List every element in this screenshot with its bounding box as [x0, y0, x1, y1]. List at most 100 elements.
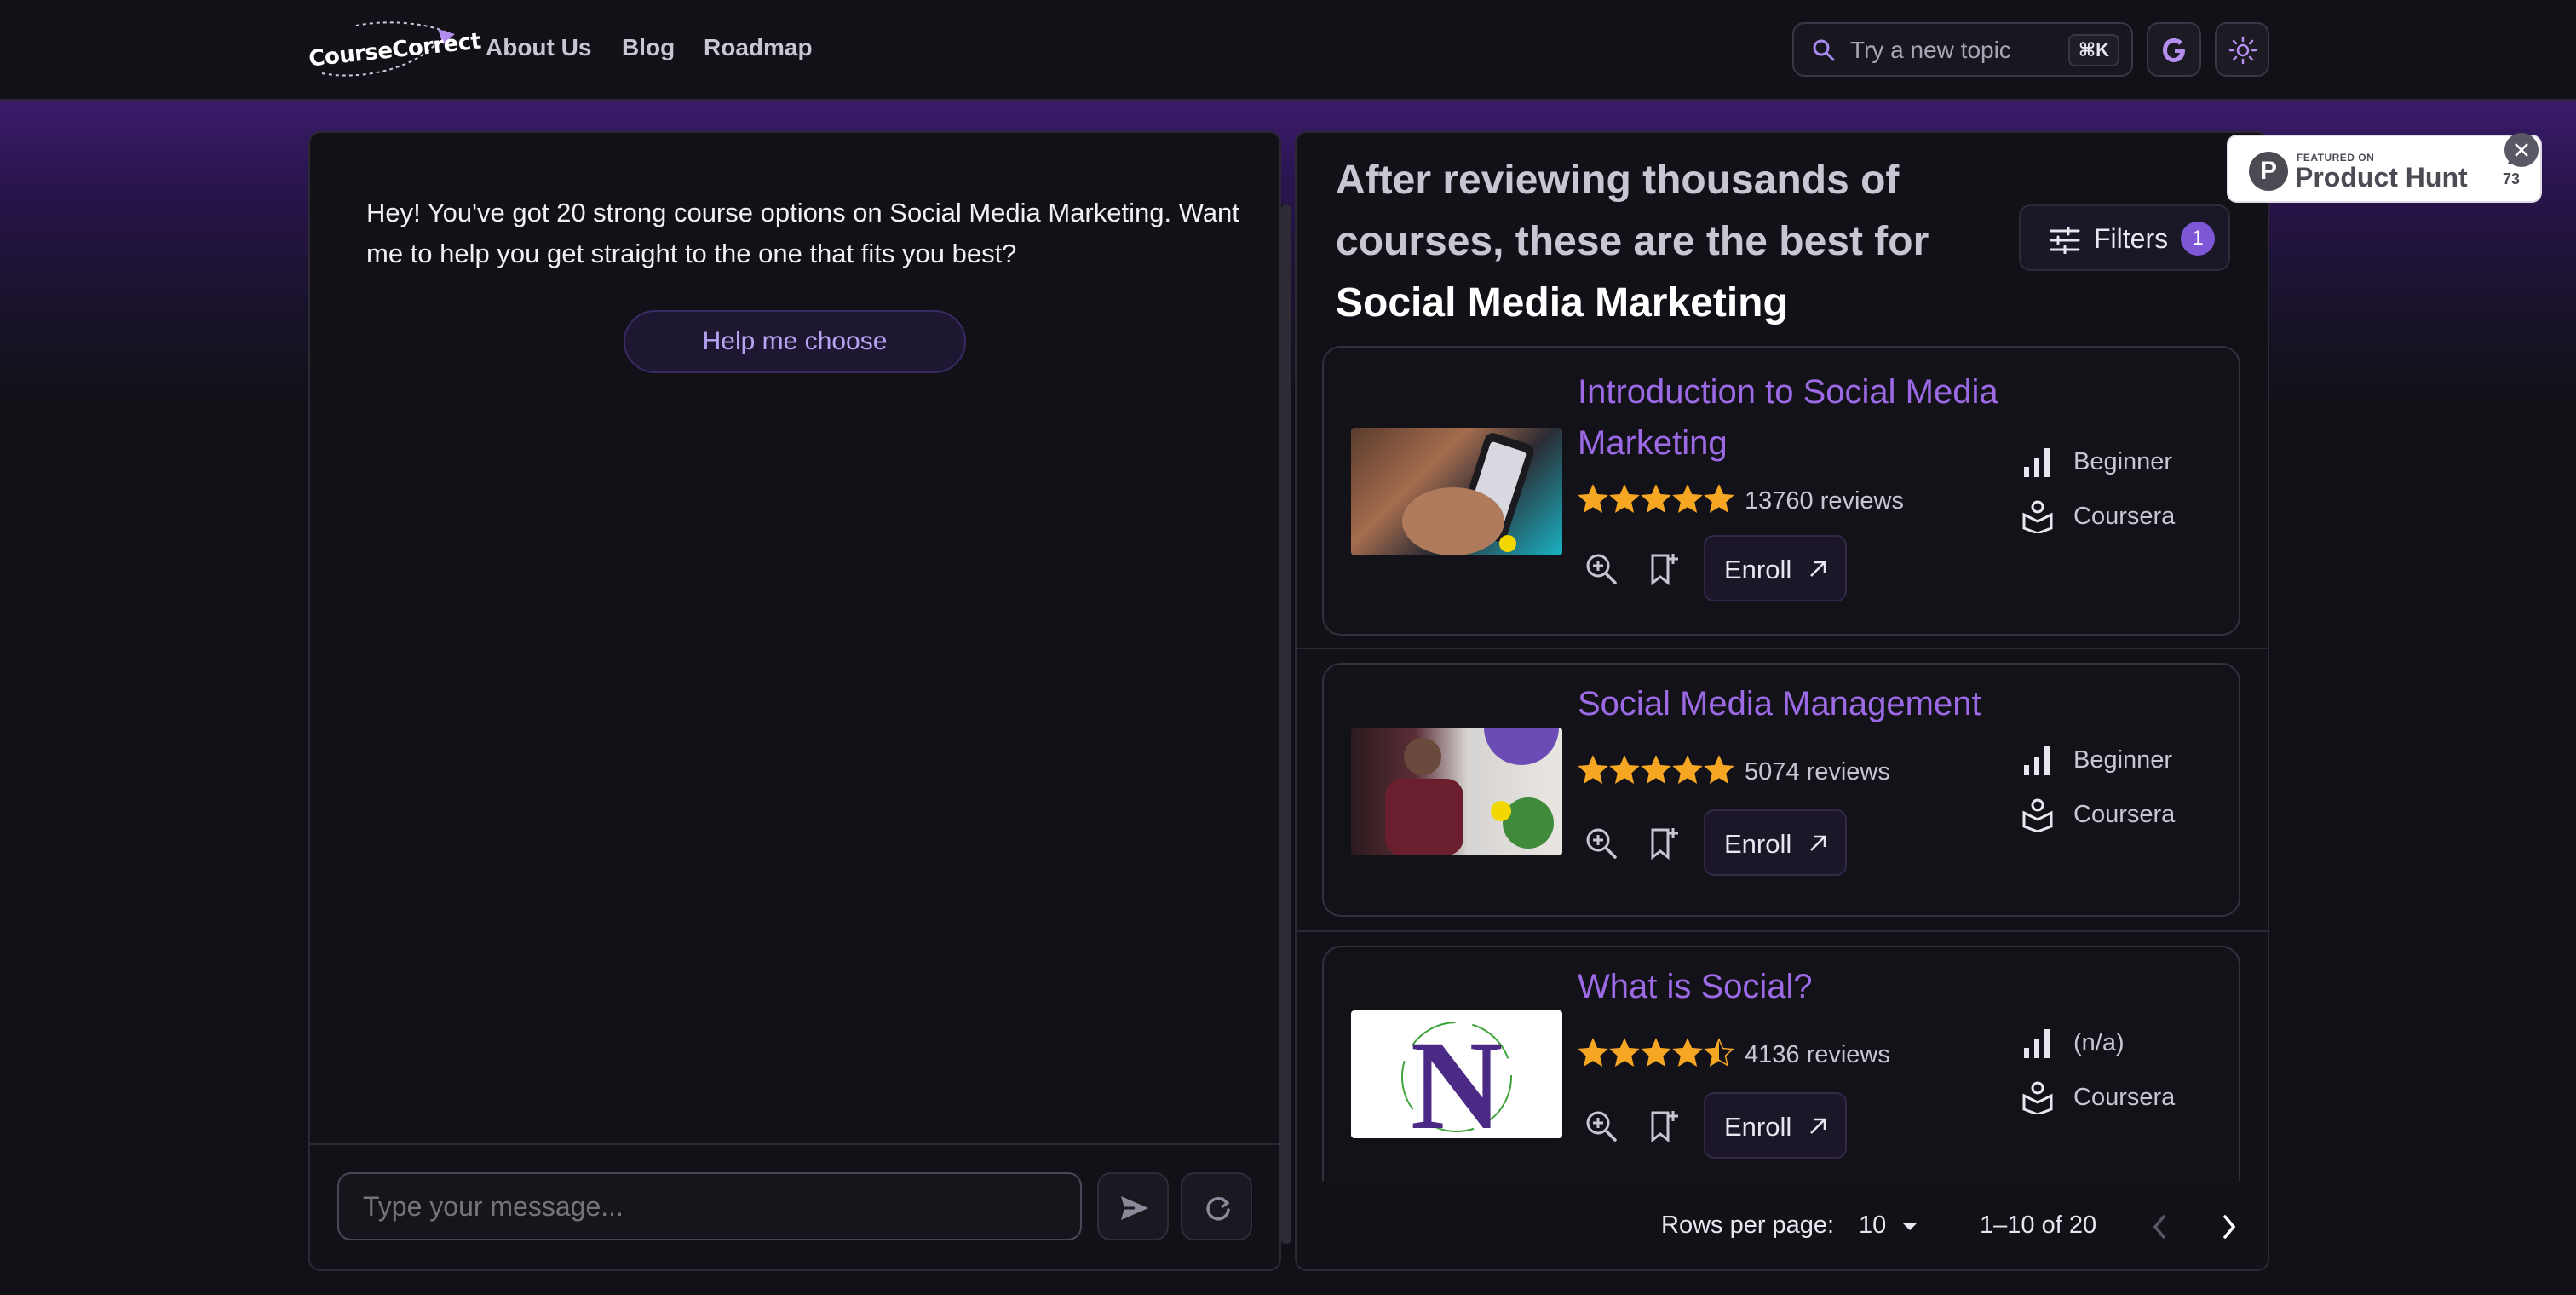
search-placeholder: Try a new topic	[1850, 37, 2011, 63]
nav-roadmap[interactable]: Roadmap	[704, 34, 813, 61]
course-provider: Coursera	[2073, 1084, 2176, 1111]
enroll-label: Enroll	[1724, 555, 1792, 584]
ph-upvote-count: 73	[2503, 170, 2521, 187]
enroll-button[interactable]: Enroll	[1704, 535, 1847, 601]
star-icon	[1609, 1038, 1640, 1067]
product-hunt-logo-icon: P	[2249, 152, 2288, 191]
course-thumbnail: N	[1351, 1010, 1562, 1138]
star-icon	[1609, 484, 1640, 513]
n-logo-image-icon: N	[1401, 1015, 1512, 1138]
google-icon	[2163, 38, 2185, 62]
zoom-in-icon[interactable]	[1583, 550, 1620, 588]
refresh-icon	[1206, 1196, 1230, 1221]
star-icon	[1704, 1038, 1734, 1067]
results-title: After reviewing thousands of courses, th…	[1336, 150, 2034, 334]
bookmark-add-icon[interactable]	[1646, 825, 1683, 862]
nav-blog[interactable]: Blog	[622, 34, 675, 61]
course-provider: Coursera	[2073, 503, 2176, 530]
enroll-label: Enroll	[1724, 1112, 1792, 1142]
chat-input[interactable]	[337, 1172, 1082, 1240]
star-icon	[1641, 755, 1671, 784]
course-provider: Coursera	[2073, 801, 2176, 828]
provider-book-icon	[2022, 500, 2053, 533]
nav-about-us[interactable]: About Us	[486, 34, 591, 61]
rating-stars	[1578, 1038, 1735, 1072]
bookmark-add-icon[interactable]	[1646, 1108, 1683, 1145]
star-icon	[1578, 755, 1608, 784]
rows-per-page-select[interactable]: 10	[1859, 1212, 1918, 1240]
review-count: 5074 reviews	[1745, 758, 1890, 786]
logo[interactable]: CourseCorrect	[305, 20, 482, 78]
course-card[interactable]: Social Media Management 5074 reviews Enr…	[1322, 663, 2240, 917]
person-image-icon	[1385, 728, 1559, 855]
zoom-in-icon[interactable]	[1583, 1108, 1620, 1145]
search-icon	[1813, 39, 1835, 61]
review-count: 13760 reviews	[1745, 487, 1904, 515]
course-card[interactable]: Introduction to Social Media Marketing 1…	[1322, 346, 2240, 636]
google-signin-button[interactable]	[2147, 22, 2201, 77]
level-bars-icon	[2024, 448, 2050, 477]
course-level: Beginner	[2073, 448, 2173, 475]
chat-panel: Hey! You've got 20 strong course options…	[308, 131, 1281, 1271]
filters-label: Filters	[2094, 223, 2169, 254]
top-navbar: CourseCorrect About Us Blog Roadmap Try …	[0, 0, 2576, 101]
filters-count-badge: 1	[2181, 222, 2215, 256]
course-thumbnail	[1351, 428, 1562, 555]
send-icon	[1121, 1196, 1148, 1220]
send-button[interactable]	[1097, 1172, 1169, 1240]
rows-per-page-label: Rows per page:	[1661, 1212, 1835, 1239]
bookmark-add-icon[interactable]	[1646, 550, 1683, 588]
course-title[interactable]: Introduction to Social Media Marketing	[1578, 366, 2021, 469]
star-icon	[1704, 484, 1734, 513]
star-icon	[1672, 755, 1703, 784]
star-icon	[1578, 1038, 1608, 1067]
level-bars-icon	[2024, 746, 2050, 775]
star-icon	[1641, 484, 1671, 513]
star-icon	[1578, 484, 1608, 513]
product-hunt-badge[interactable]: P FEATURED ON Product Hunt 73	[2227, 135, 2542, 203]
results-panel: After reviewing thousands of courses, th…	[1295, 131, 2269, 1271]
level-bars-icon	[2024, 1029, 2050, 1058]
provider-book-icon	[2022, 798, 2053, 832]
rows-per-page-value: 10	[1859, 1212, 1887, 1239]
provider-book-icon	[2022, 1081, 2053, 1114]
star-icon	[1609, 755, 1640, 784]
course-card[interactable]: N What is Social? 4136 reviews Enroll (n…	[1322, 946, 2240, 1210]
external-link-icon	[1810, 1118, 1826, 1134]
star-icon	[1672, 1038, 1703, 1067]
enroll-button[interactable]: Enroll	[1704, 809, 1847, 876]
ph-name: Product Hunt	[2295, 162, 2468, 193]
pagination-range: 1–10 of 20	[1980, 1212, 2097, 1239]
rating-stars	[1578, 755, 1735, 789]
enroll-button[interactable]: Enroll	[1704, 1092, 1847, 1159]
course-title[interactable]: Social Media Management	[1578, 678, 2055, 729]
close-badge-button[interactable]	[2504, 133, 2539, 167]
next-page-icon[interactable]	[2217, 1213, 2240, 1240]
zoom-in-icon[interactable]	[1583, 825, 1620, 862]
review-count: 4136 reviews	[1745, 1041, 1890, 1068]
theme-toggle-button[interactable]	[2215, 22, 2269, 77]
help-me-choose-button[interactable]: Help me choose	[624, 310, 966, 373]
pagination-bar: Rows per page: 10 1–10 of 20	[1297, 1181, 2268, 1269]
close-icon	[2515, 143, 2528, 157]
card-separator	[1297, 930, 2268, 932]
star-icon	[1672, 484, 1703, 513]
course-title[interactable]: What is Social?	[1578, 961, 2021, 1012]
external-link-icon	[1810, 835, 1826, 851]
reset-chat-button[interactable]	[1181, 1172, 1252, 1240]
filters-button[interactable]: Filters 1	[2019, 204, 2230, 271]
phone-image-icon	[1402, 433, 1534, 555]
panel-scrollbar[interactable]	[1281, 204, 1291, 1244]
prev-page-icon[interactable]	[2148, 1213, 2172, 1240]
star-icon	[1704, 755, 1734, 784]
external-link-icon	[1810, 561, 1826, 577]
scrollbar-thumb[interactable]	[1281, 204, 1291, 1244]
svg-text:N: N	[1411, 1015, 1503, 1138]
topic-search[interactable]: Try a new topic ⌘K	[1792, 22, 2133, 77]
search-shortcut: ⌘K	[2067, 34, 2119, 66]
course-level: (n/a)	[2073, 1029, 2125, 1056]
course-thumbnail	[1351, 728, 1562, 855]
assistant-message: Hey! You've got 20 strong course options…	[366, 198, 1239, 268]
course-level: Beginner	[2073, 746, 2173, 774]
rating-stars	[1578, 484, 1735, 518]
